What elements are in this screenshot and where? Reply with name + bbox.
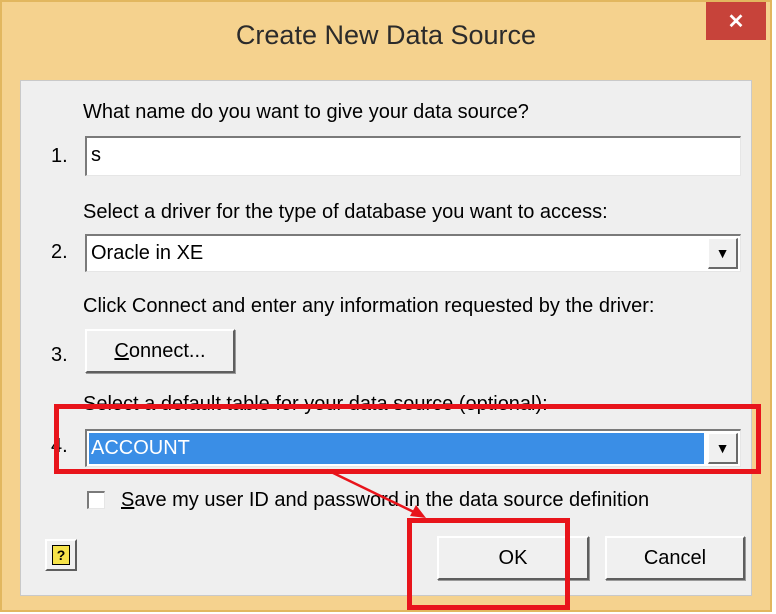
default-table-select[interactable]: ACCOUNT ▼: [85, 429, 741, 467]
save-credentials-checkbox[interactable]: [87, 491, 105, 509]
window-title: Create New Data Source: [235, 20, 537, 50]
datasource-name-input[interactable]: s: [85, 136, 741, 176]
save-credentials-label[interactable]: Save my user ID and password in the data…: [121, 489, 649, 512]
close-button[interactable]: ✕: [706, 2, 766, 40]
datasource-name-label: What name do you want to give your data …: [83, 101, 529, 123]
connect-button[interactable]: Connect...: [85, 329, 235, 373]
default-table-select-value: ACCOUNT: [89, 433, 704, 464]
connect-label: Click Connect and enter any information …: [83, 295, 655, 317]
save-credentials-text: ave my user ID and password in the data …: [134, 489, 650, 511]
dialog-body: What name do you want to give your data …: [20, 80, 752, 596]
step-number-4: 4.: [51, 435, 68, 457]
connect-button-label: onnect...: [128, 339, 206, 362]
title-bar[interactable]: Create New Data Source ✕: [2, 2, 770, 80]
driver-label: Select a driver for the type of database…: [83, 201, 608, 223]
ok-button[interactable]: OK: [437, 536, 589, 580]
default-table-dropdown-button[interactable]: ▼: [708, 433, 738, 464]
help-icon: ?: [52, 545, 70, 565]
chevron-down-icon: ▼: [715, 245, 730, 261]
step-number-3: 3.: [51, 344, 68, 366]
close-icon: ✕: [727, 10, 745, 33]
driver-dropdown-button[interactable]: ▼: [708, 238, 738, 269]
driver-select-value: Oracle in XE: [91, 242, 204, 264]
help-button[interactable]: ?: [45, 539, 77, 571]
default-table-label: Select a default table for your data sou…: [83, 393, 548, 415]
step-number-1: 1.: [51, 145, 68, 167]
chevron-down-icon: ▼: [715, 440, 730, 456]
driver-select[interactable]: Oracle in XE ▼: [85, 234, 741, 272]
connect-button-mnemonic: C: [114, 339, 129, 362]
step-number-2: 2.: [51, 241, 68, 263]
dialog-window: Create New Data Source ✕ What name do yo…: [0, 0, 772, 612]
cancel-button[interactable]: Cancel: [605, 536, 745, 580]
save-credentials-mnemonic: S: [121, 489, 135, 511]
